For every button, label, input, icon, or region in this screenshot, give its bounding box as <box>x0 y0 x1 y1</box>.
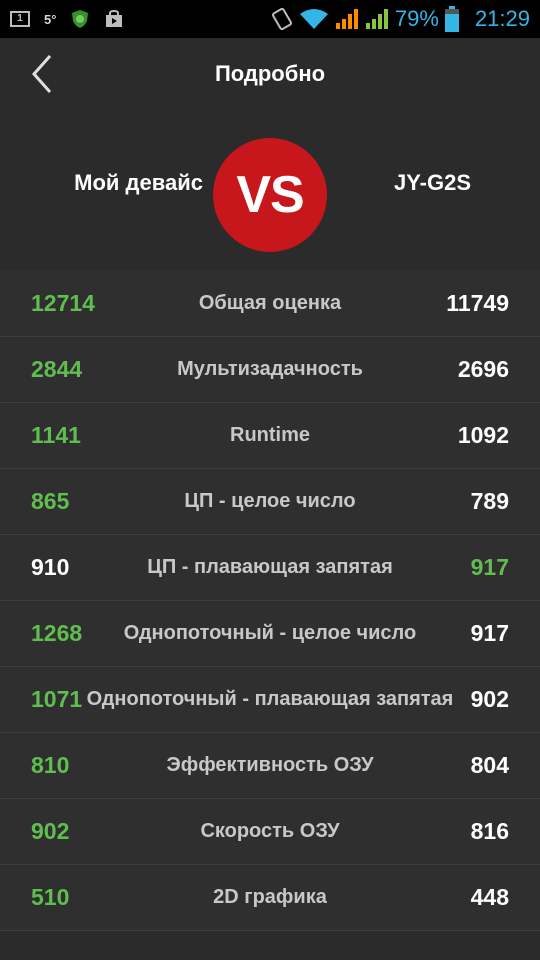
test-label: Однопоточный - плавающая запятая <box>86 688 454 710</box>
temperature-indicator: 5° <box>44 11 57 27</box>
back-button[interactable] <box>22 52 62 96</box>
table-row: 1071 Однопоточный - плавающая запятая 90… <box>0 667 540 733</box>
shopping-bag-icon <box>104 9 124 29</box>
table-row: 865 ЦП - целое число 789 <box>0 469 540 535</box>
table-row: 12714 Общая оценка 11749 <box>0 270 540 337</box>
vs-badge: VS <box>213 138 327 252</box>
clock: 21:29 <box>474 6 530 31</box>
other-score: 448 <box>470 884 509 910</box>
table-row: 810 Эффективность ОЗУ 804 <box>0 733 540 799</box>
table-row: 1268 Однопоточный - целое число 917 <box>0 601 540 667</box>
other-score: 2696 <box>457 356 509 382</box>
other-score: 816 <box>470 818 509 844</box>
other-score: 11749 <box>446 289 509 316</box>
app-header: Подробно <box>0 38 540 110</box>
battery-percent: 79% <box>394 6 439 31</box>
comparison-table: 12714 Общая оценка 11749 2844 Мультизада… <box>0 270 540 931</box>
shield-app-icon <box>70 9 90 29</box>
chevron-left-icon <box>31 55 52 93</box>
other-score: 917 <box>470 620 509 646</box>
table-row: 510 2D графика 448 <box>0 865 540 931</box>
test-label: Однопоточный - целое число <box>123 622 417 644</box>
compared-device-name: JY-G2S <box>393 170 472 195</box>
test-label: 2D графика <box>213 886 327 908</box>
signal-strength-icon-1 <box>335 7 359 31</box>
table-row: 902 Скорость ОЗУ 816 <box>0 799 540 865</box>
page-title: Подробно <box>214 61 326 86</box>
battery-icon <box>444 6 459 32</box>
vibrate-icon <box>271 7 293 31</box>
other-score: 902 <box>470 686 509 712</box>
status-bar: 1 5° 79% 21:29 <box>0 0 540 38</box>
test-label: ЦП - целое число <box>184 490 356 512</box>
signal-strength-icon-2 <box>365 7 389 31</box>
other-score: 804 <box>470 752 509 778</box>
table-row: 1141 Runtime 1092 <box>0 403 540 469</box>
test-label: Скорость ОЗУ <box>200 820 340 842</box>
other-score: 1092 <box>457 422 509 448</box>
test-label: ЦП - плавающая запятая <box>147 556 393 578</box>
my-device-name: Мой девайс <box>74 170 203 195</box>
test-label: Эффективность ОЗУ <box>166 754 374 776</box>
table-row: 2844 Мультизадачность 2696 <box>0 337 540 403</box>
other-score: 917 <box>470 554 509 580</box>
table-row: 910 ЦП - плавающая запятая 917 <box>0 535 540 601</box>
wifi-icon <box>299 7 329 31</box>
other-score: 789 <box>470 488 509 514</box>
notification-count-icon: 1 <box>10 11 30 27</box>
versus-panel: Мой девайс VS JY-G2S <box>0 110 540 270</box>
